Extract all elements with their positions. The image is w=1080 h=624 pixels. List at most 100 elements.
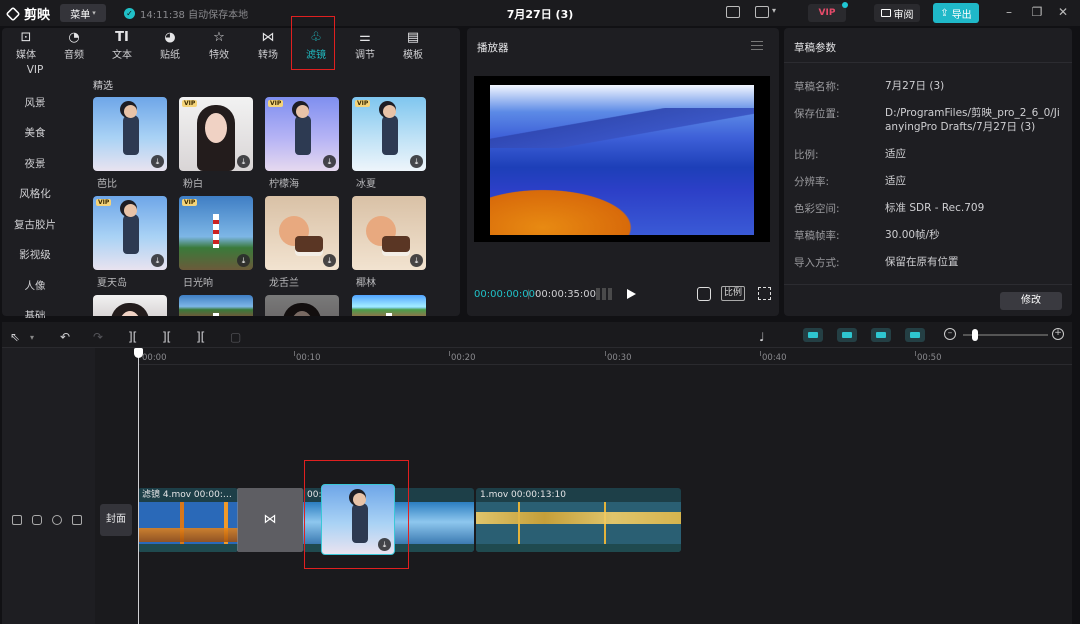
filter-thumb[interactable]: VIP ⤓ bbox=[179, 196, 253, 270]
category-item[interactable]: 影视级 bbox=[10, 247, 60, 262]
review-button[interactable]: 审阅 bbox=[874, 4, 920, 22]
zoom-out-icon[interactable]: – bbox=[944, 328, 956, 340]
tab-sticker[interactable]: ◕ 贴纸 bbox=[152, 30, 188, 61]
select-cursor-icon[interactable]: ⇖ bbox=[10, 330, 20, 344]
download-icon[interactable]: ⤓ bbox=[151, 254, 164, 267]
zoom-in-icon[interactable]: + bbox=[1052, 328, 1064, 340]
tab-label: 转场 bbox=[258, 50, 278, 61]
layout-icon[interactable] bbox=[755, 6, 769, 18]
template-icon: ▤ bbox=[406, 30, 420, 45]
tab-effects[interactable]: ☆ 特效 bbox=[201, 30, 237, 61]
modify-button[interactable]: 修改 bbox=[1000, 292, 1062, 310]
export-button[interactable]: ⇪ 导出 bbox=[933, 3, 979, 23]
eye-icon[interactable] bbox=[52, 515, 62, 525]
video-clip[interactable]: 滤镜 4.mov 00:00:… bbox=[138, 488, 238, 552]
tab-label: 特效 bbox=[209, 50, 229, 61]
lock-icon[interactable] bbox=[32, 515, 42, 525]
category-item[interactable]: 复古胶片 bbox=[10, 217, 60, 232]
category-item[interactable]: 基础 bbox=[10, 308, 60, 318]
filter-thumb[interactable] bbox=[352, 295, 426, 316]
download-icon[interactable]: ⤓ bbox=[237, 254, 250, 267]
category-item[interactable]: 人像 bbox=[10, 278, 60, 293]
document-title: 7月27日 (3) bbox=[506, 8, 574, 21]
focus-icon[interactable] bbox=[697, 287, 711, 301]
tab-audio[interactable]: ◔ 音频 bbox=[56, 30, 92, 61]
category-item[interactable]: 夜景 bbox=[10, 156, 60, 171]
filter-thumb[interactable]: ⤓ bbox=[265, 196, 339, 270]
category-item[interactable]: VIP bbox=[10, 64, 60, 76]
param-key: 草稿帧率: bbox=[794, 230, 840, 242]
vip-badge: VIP bbox=[182, 100, 198, 107]
playhead-handle[interactable] bbox=[134, 348, 143, 358]
autosave-text: 14:11:38 自动保存本地 bbox=[140, 10, 249, 21]
linkage-icon[interactable] bbox=[837, 328, 857, 342]
section-label: 精选 bbox=[93, 81, 113, 92]
hamburger-menu-icon[interactable] bbox=[751, 41, 763, 50]
filter-thumb[interactable] bbox=[179, 295, 253, 316]
restore-icon[interactable]: ❐ bbox=[1030, 5, 1044, 19]
auto-snap-icon[interactable] bbox=[803, 328, 823, 342]
drag-highlight-box bbox=[304, 460, 409, 569]
time-ruler[interactable] bbox=[138, 364, 1072, 365]
menu-label: 菜单 bbox=[70, 9, 91, 21]
filter-thumb[interactable] bbox=[265, 295, 339, 316]
keyboard-shortcut-icon[interactable] bbox=[726, 6, 740, 18]
filter-thumb[interactable]: VIP ⤓ bbox=[93, 196, 167, 270]
vip-badge: VIP bbox=[182, 199, 198, 206]
trim-right-icon[interactable]: ][ bbox=[196, 330, 205, 344]
transition-icon: ⋈ bbox=[261, 30, 275, 45]
undo-icon[interactable]: ↶ bbox=[60, 330, 70, 344]
playhead[interactable] bbox=[138, 348, 139, 624]
fullscreen-icon[interactable] bbox=[758, 287, 771, 300]
filter-thumb[interactable] bbox=[93, 295, 167, 316]
params-title: 草稿参数 bbox=[794, 42, 836, 54]
layout-chevron-icon[interactable]: ▾ bbox=[772, 6, 776, 15]
param-key: 分辨率: bbox=[794, 176, 830, 188]
material-panel bbox=[2, 28, 460, 316]
filter-thumb[interactable]: ⤓ bbox=[352, 196, 426, 270]
track-video-icon[interactable] bbox=[12, 515, 22, 525]
ratio-button[interactable]: 比例 bbox=[721, 286, 745, 301]
param-key: 比例: bbox=[794, 149, 819, 161]
trim-left-icon[interactable]: ][ bbox=[162, 330, 171, 344]
download-icon[interactable]: ⤓ bbox=[323, 155, 336, 168]
tab-template[interactable]: ▤ 模板 bbox=[395, 30, 431, 61]
minimize-icon[interactable]: – bbox=[1002, 5, 1016, 19]
app-name: 剪映 bbox=[24, 8, 51, 23]
split-view-icon[interactable] bbox=[905, 328, 925, 342]
close-icon[interactable]: ✕ bbox=[1056, 5, 1070, 19]
filter-thumb[interactable]: ⤓ bbox=[93, 97, 167, 171]
filter-thumb[interactable]: VIP ⤓ bbox=[265, 97, 339, 171]
download-icon[interactable]: ⤓ bbox=[410, 254, 423, 267]
tab-transition[interactable]: ⋈ 转场 bbox=[250, 30, 286, 61]
menu-button[interactable]: 菜单 ▾ bbox=[60, 4, 106, 22]
cursor-chevron-icon[interactable]: ▾ bbox=[30, 333, 34, 342]
tab-adjust[interactable]: ⚌ 调节 bbox=[347, 30, 383, 61]
tab-text[interactable]: TI 文本 bbox=[104, 30, 140, 61]
play-button[interactable] bbox=[627, 289, 636, 299]
waveform-icon[interactable] bbox=[596, 288, 614, 300]
filter-thumb[interactable]: VIP ⤓ bbox=[352, 97, 426, 171]
transition-marker[interactable]: ⋈ bbox=[237, 488, 303, 552]
split-icon[interactable]: ][ bbox=[128, 330, 137, 344]
category-item[interactable]: 风格化 bbox=[10, 186, 60, 201]
chevron-down-icon: ▾ bbox=[92, 9, 96, 17]
zoom-slider-handle[interactable] bbox=[972, 329, 978, 341]
speaker-icon[interactable] bbox=[72, 515, 82, 525]
filter-thumb[interactable]: VIP ⤓ bbox=[179, 97, 253, 171]
tab-label: 调节 bbox=[355, 50, 375, 61]
download-icon[interactable]: ⤓ bbox=[323, 254, 336, 267]
video-clip[interactable]: 1.mov 00:00:13:10 bbox=[476, 488, 681, 552]
category-item[interactable]: 美食 bbox=[10, 125, 60, 140]
tab-media[interactable]: ⊡ 媒体 bbox=[8, 30, 44, 61]
download-icon[interactable]: ⤓ bbox=[237, 155, 250, 168]
microphone-icon[interactable]: ♩ bbox=[759, 330, 765, 344]
cover-button[interactable]: 封面 bbox=[100, 504, 132, 536]
download-icon[interactable]: ⤓ bbox=[410, 155, 423, 168]
download-icon[interactable]: ⤓ bbox=[151, 155, 164, 168]
preview-axis-icon[interactable] bbox=[871, 328, 891, 342]
vip-button[interactable]: VIP bbox=[808, 2, 848, 22]
param-value: D:/ProgramFiles/剪映_pro_2_6_0/JianyingPro… bbox=[885, 107, 1060, 133]
param-key: 草稿名称: bbox=[794, 81, 840, 93]
category-item[interactable]: 风景 bbox=[10, 95, 60, 110]
